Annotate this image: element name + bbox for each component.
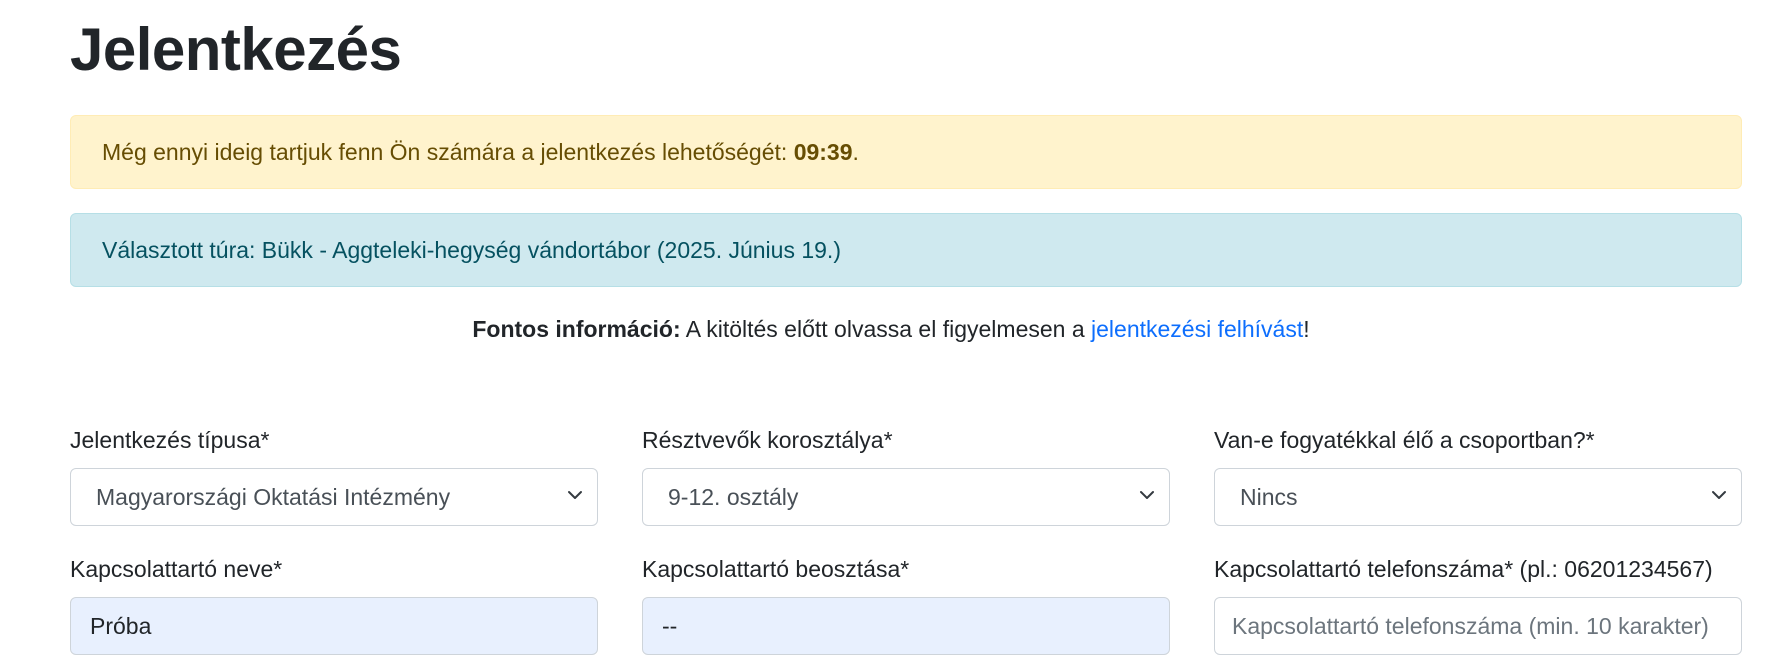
contact-position-label: Kapcsolattartó beosztása*	[642, 556, 910, 582]
contact-name-field: Kapcsolattartó neve* Próba	[70, 554, 598, 655]
application-type-field: Jelentkezés típusa* Magyarországi Oktatá…	[70, 425, 598, 526]
application-call-link[interactable]: jelentkezési felhívást	[1091, 316, 1303, 342]
disability-field: Van-e fogyatékkal élő a csoportban?* Nin…	[1214, 425, 1742, 526]
age-group-label: Résztvevők korosztálya*	[642, 427, 893, 453]
contact-position-field: Kapcsolattartó beosztása* --	[642, 554, 1170, 655]
age-group-select[interactable]: 9-12. osztály	[642, 468, 1170, 526]
timer-value: 09:39	[793, 138, 853, 165]
chevron-down-icon	[1140, 491, 1154, 499]
timer-text: Még ennyi ideig tartjuk fenn Ön számára …	[102, 138, 859, 165]
contact-phone-placeholder: Kapcsolattartó telefonszáma (min. 10 kar…	[1232, 612, 1709, 639]
page-title: Jelentkezés	[70, 16, 402, 83]
important-notice: Fontos információ: A kitöltés előtt olva…	[472, 316, 1310, 342]
timer-alert: Még ennyi ideig tartjuk fenn Ön számára …	[70, 115, 1742, 189]
application-type-label: Jelentkezés típusa*	[70, 427, 270, 453]
disability-label: Van-e fogyatékkal élő a csoportban?*	[1214, 427, 1595, 453]
application-type-select[interactable]: Magyarországi Oktatási Intézmény	[70, 468, 598, 526]
contact-name-input[interactable]: Próba	[70, 597, 598, 655]
registration-page: Jelentkezés Még ennyi ideig tartjuk fenn…	[0, 0, 1782, 668]
chevron-down-icon	[568, 491, 582, 499]
contact-name-label: Kapcsolattartó neve*	[70, 556, 283, 582]
notice-text: A kitöltés előtt olvassa el figyelmesen …	[680, 316, 1092, 342]
contact-phone-label: Kapcsolattartó telefonszáma* (pl.: 06201…	[1214, 556, 1713, 582]
disability-select[interactable]: Nincs	[1214, 468, 1742, 526]
selected-tour-alert: Választott túra: Bükk - Aggteleki-hegysé…	[70, 213, 1742, 287]
contact-phone-field: Kapcsolattartó telefonszáma* (pl.: 06201…	[1214, 554, 1742, 655]
notice-bold: Fontos információ:	[472, 316, 681, 342]
contact-phone-input[interactable]: Kapcsolattartó telefonszáma (min. 10 kar…	[1214, 597, 1742, 655]
contact-position-input[interactable]: --	[642, 597, 1170, 655]
selected-tour-text: Választott túra: Bükk - Aggteleki-hegysé…	[102, 236, 841, 263]
chevron-down-icon	[1712, 491, 1726, 499]
age-group-field: Résztvevők korosztálya* 9-12. osztály	[642, 425, 1170, 526]
